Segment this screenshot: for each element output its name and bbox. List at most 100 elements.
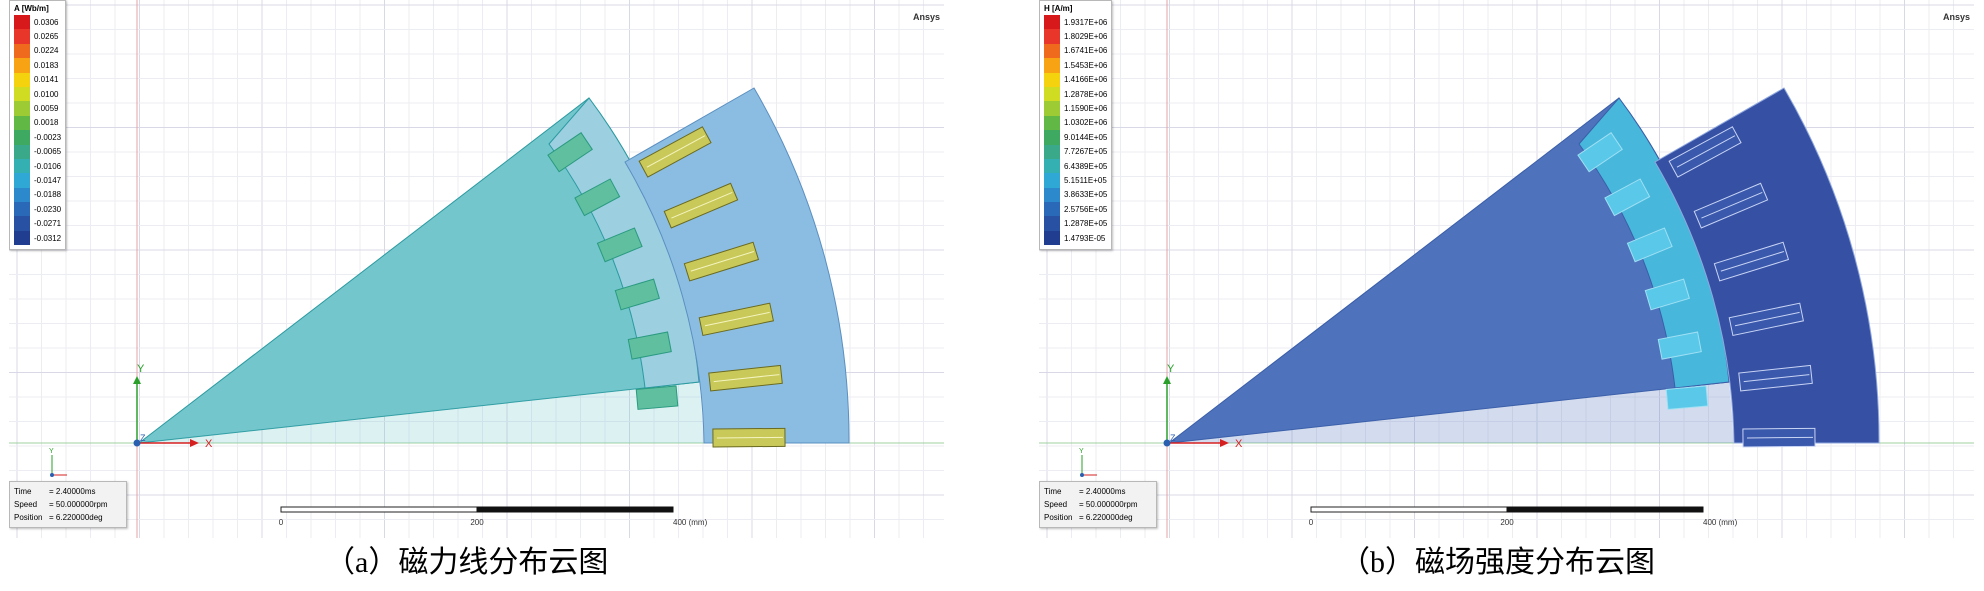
legend-row: 0.0265 xyxy=(14,29,61,44)
info-speed-row: Speed = 50.000000rpm xyxy=(1044,500,1138,509)
legend-swatch xyxy=(14,58,30,73)
legend-swatch xyxy=(1044,58,1060,73)
ansys-logo: Ansys xyxy=(912,12,940,22)
legend-row: 1.5453E+06 xyxy=(1044,58,1108,73)
rotor-slot xyxy=(635,385,679,410)
legend-value: -0.0106 xyxy=(34,161,62,171)
legend-row: 0.0141 xyxy=(14,72,61,87)
legend-row: -0.0271 xyxy=(14,216,61,231)
stator-coil xyxy=(1742,427,1816,448)
legend-value: 2.5756E+05 xyxy=(1064,204,1108,214)
legend-swatch xyxy=(14,230,30,246)
legend-swatch xyxy=(1044,158,1060,174)
legend-value: -0.0065 xyxy=(34,147,62,157)
mini-axis-y-label: Y xyxy=(1079,448,1084,455)
legend-swatch xyxy=(1044,15,1060,30)
info-time-row: Time = 2.40000ms xyxy=(14,487,96,496)
legend-swatch xyxy=(1044,187,1060,203)
legend-swatch xyxy=(14,15,30,30)
axis-z-label: Z xyxy=(140,433,146,443)
legend-value: 1.0302E+06 xyxy=(1064,118,1108,128)
legend-value: 1.5453E+06 xyxy=(1064,60,1108,70)
legend-swatch xyxy=(14,43,30,59)
caption-b: （b）磁场强度分布云图 xyxy=(1340,546,1655,579)
legend-swatch xyxy=(14,86,30,102)
legend-value: 0.0183 xyxy=(34,60,59,70)
legend-value: -0.0023 xyxy=(34,132,62,142)
legend-row: 0.0018 xyxy=(14,115,61,131)
legend-row: 1.8029E+06 xyxy=(1044,29,1108,44)
legend-swatch xyxy=(14,72,30,87)
scale-label-200: 200 xyxy=(1500,518,1514,527)
rotor-slot xyxy=(1665,385,1709,410)
legend-swatch xyxy=(14,187,30,203)
legend-row: 1.9317E+06 xyxy=(1044,15,1108,30)
legend-row: -0.0230 xyxy=(14,202,62,217)
legend-value: 0.0100 xyxy=(34,89,59,99)
info-time-row: Time = 2.40000ms xyxy=(1044,487,1126,496)
legend-swatch xyxy=(1044,144,1060,159)
legend-value: 1.2878E+05 xyxy=(1064,219,1108,229)
scale-label-400: 400 (mm) xyxy=(673,518,708,527)
legend-row: 7.7267E+05 xyxy=(1044,144,1108,159)
scale-bar: 0 200 400 (mm) xyxy=(1309,506,1738,527)
legend-value: 9.0144E+05 xyxy=(1064,132,1108,142)
legend-value: 1.4793E-05 xyxy=(1064,233,1106,243)
field-plot-panel-a[interactable]: Y X Z Y 0 200 400 (mm) A [Wb/m] 0.0306 0.… xyxy=(9,0,944,538)
legend-swatch xyxy=(14,158,30,174)
viewport-canvas[interactable]: Y X Z Y 0 200 400 (mm) xyxy=(1039,0,1974,538)
field-plot-panel-b[interactable]: Y X Z Y 0 200 400 (mm) H [A/m] 1.9317E+0… xyxy=(1039,0,1974,538)
legend-title: A [Wb/m] xyxy=(14,4,49,13)
legend-value: -0.0230 xyxy=(34,204,62,214)
scale-label-200: 200 xyxy=(470,518,484,527)
legend-swatch xyxy=(14,29,30,44)
legend-swatch xyxy=(1044,72,1060,87)
legend-row: -0.0065 xyxy=(14,144,62,159)
legend-value: 0.0306 xyxy=(34,17,59,27)
viewport-canvas[interactable]: Y X Z Y 0 200 400 (mm) xyxy=(9,0,944,538)
legend-value: 0.0224 xyxy=(34,46,59,56)
legend-row: -0.0188 xyxy=(14,187,61,203)
legend-row: 1.4793E-05 xyxy=(1044,230,1107,246)
legend-row: -0.0106 xyxy=(14,158,62,174)
scale-label-0: 0 xyxy=(279,518,284,527)
legend-row: 3.8633E+05 xyxy=(1044,187,1107,203)
legend-row: 2.5756E+05 xyxy=(1044,202,1108,217)
legend-swatch xyxy=(1044,43,1060,59)
legend-swatch xyxy=(14,115,30,131)
axis-x-label: X xyxy=(205,438,213,450)
legend-swatch xyxy=(1044,86,1060,102)
legend-row: -0.0312 xyxy=(14,230,61,246)
legend-row: 0.0183 xyxy=(14,58,61,73)
legend-swatch xyxy=(1044,230,1060,246)
legend-swatch xyxy=(14,144,30,159)
info-speed-row: Speed = 50.000000rpm xyxy=(14,500,108,509)
legend-swatch xyxy=(14,202,30,217)
info-position-row: Position = 6.220000deg xyxy=(1044,513,1133,522)
motor-sector xyxy=(1167,87,1880,448)
legend-swatch xyxy=(14,101,30,116)
legend-value: 1.2878E+06 xyxy=(1064,89,1108,99)
legend-value: 1.4166E+06 xyxy=(1064,75,1108,85)
axis-y-label: Y xyxy=(137,363,145,375)
legend-swatch xyxy=(14,130,30,145)
caption-a: （a）磁力线分布云图 xyxy=(325,546,609,579)
legend-row: 1.2878E+05 xyxy=(1044,216,1108,231)
legend-swatch xyxy=(14,216,30,231)
axis-z-label: Z xyxy=(1170,433,1176,443)
legend-value: 5.1511E+05 xyxy=(1064,175,1107,185)
legend-row: -0.0147 xyxy=(14,173,61,188)
legend-row: 1.1590E+06 xyxy=(1044,101,1107,116)
scale-label-400: 400 (mm) xyxy=(1703,518,1738,527)
mini-axis-y-label: Y xyxy=(49,448,54,455)
legend-value: 7.7267E+05 xyxy=(1064,147,1108,157)
axis-x-label: X xyxy=(1235,438,1243,450)
legend-swatch xyxy=(1044,202,1060,217)
legend-swatch xyxy=(1044,173,1060,188)
stator-coil xyxy=(712,427,786,448)
legend-value: 1.6741E+06 xyxy=(1064,46,1108,56)
legend-swatch xyxy=(1044,101,1060,116)
legend-value: 1.8029E+06 xyxy=(1064,32,1108,42)
legend-value: 1.9317E+06 xyxy=(1064,17,1108,27)
legend-row: 1.0302E+06 xyxy=(1044,115,1108,131)
